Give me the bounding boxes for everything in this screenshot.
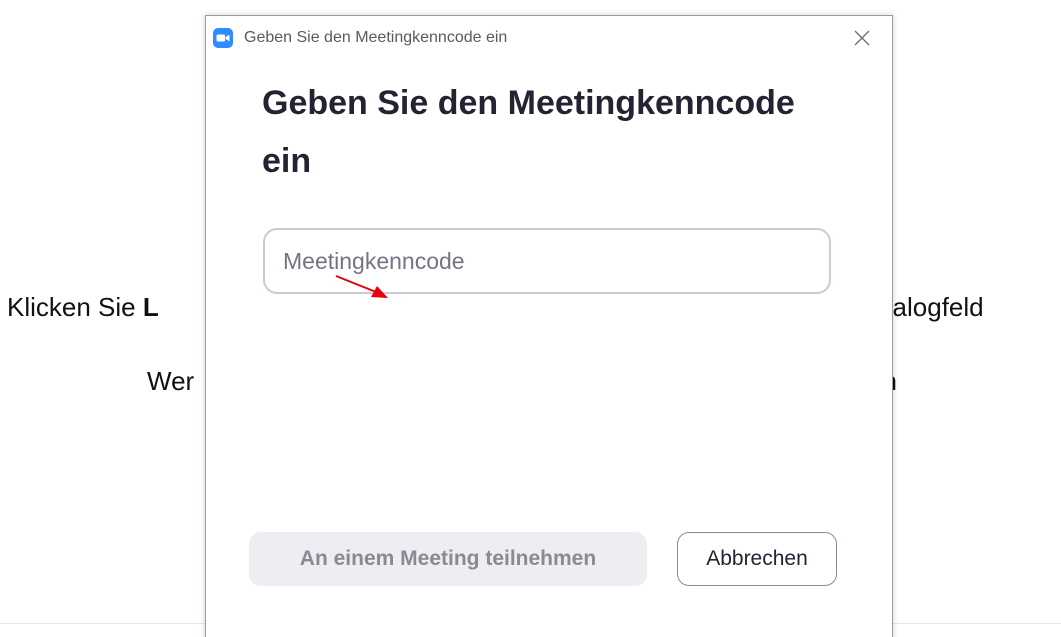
background-bold-text: L bbox=[142, 292, 159, 322]
background-text-line1-left: Klicken Sie L bbox=[7, 292, 159, 323]
background-text-segment: Klicken Sie bbox=[7, 292, 143, 322]
passcode-input[interactable] bbox=[263, 228, 831, 294]
window-title: Geben Sie den Meetingkenncode ein bbox=[244, 29, 508, 46]
background-text-line2-left: Wer bbox=[147, 366, 195, 396]
dialog-heading: Geben Sie den Meetingkenncode ein bbox=[262, 84, 795, 180]
cancel-button[interactable]: Abbrechen bbox=[677, 532, 837, 586]
dialog-titlebar: Geben Sie den Meetingkenncode ein bbox=[206, 16, 892, 60]
close-icon[interactable] bbox=[848, 24, 876, 52]
page: Klicken Sie L Dialogfeld Wer en Geben Si… bbox=[0, 0, 1061, 637]
join-meeting-button[interactable]: An einem Meeting teilnehmen bbox=[249, 532, 647, 586]
passcode-dialog: Geben Sie den Meetingkenncode ein Geben … bbox=[205, 15, 893, 637]
zoom-video-camera-icon bbox=[213, 28, 233, 48]
